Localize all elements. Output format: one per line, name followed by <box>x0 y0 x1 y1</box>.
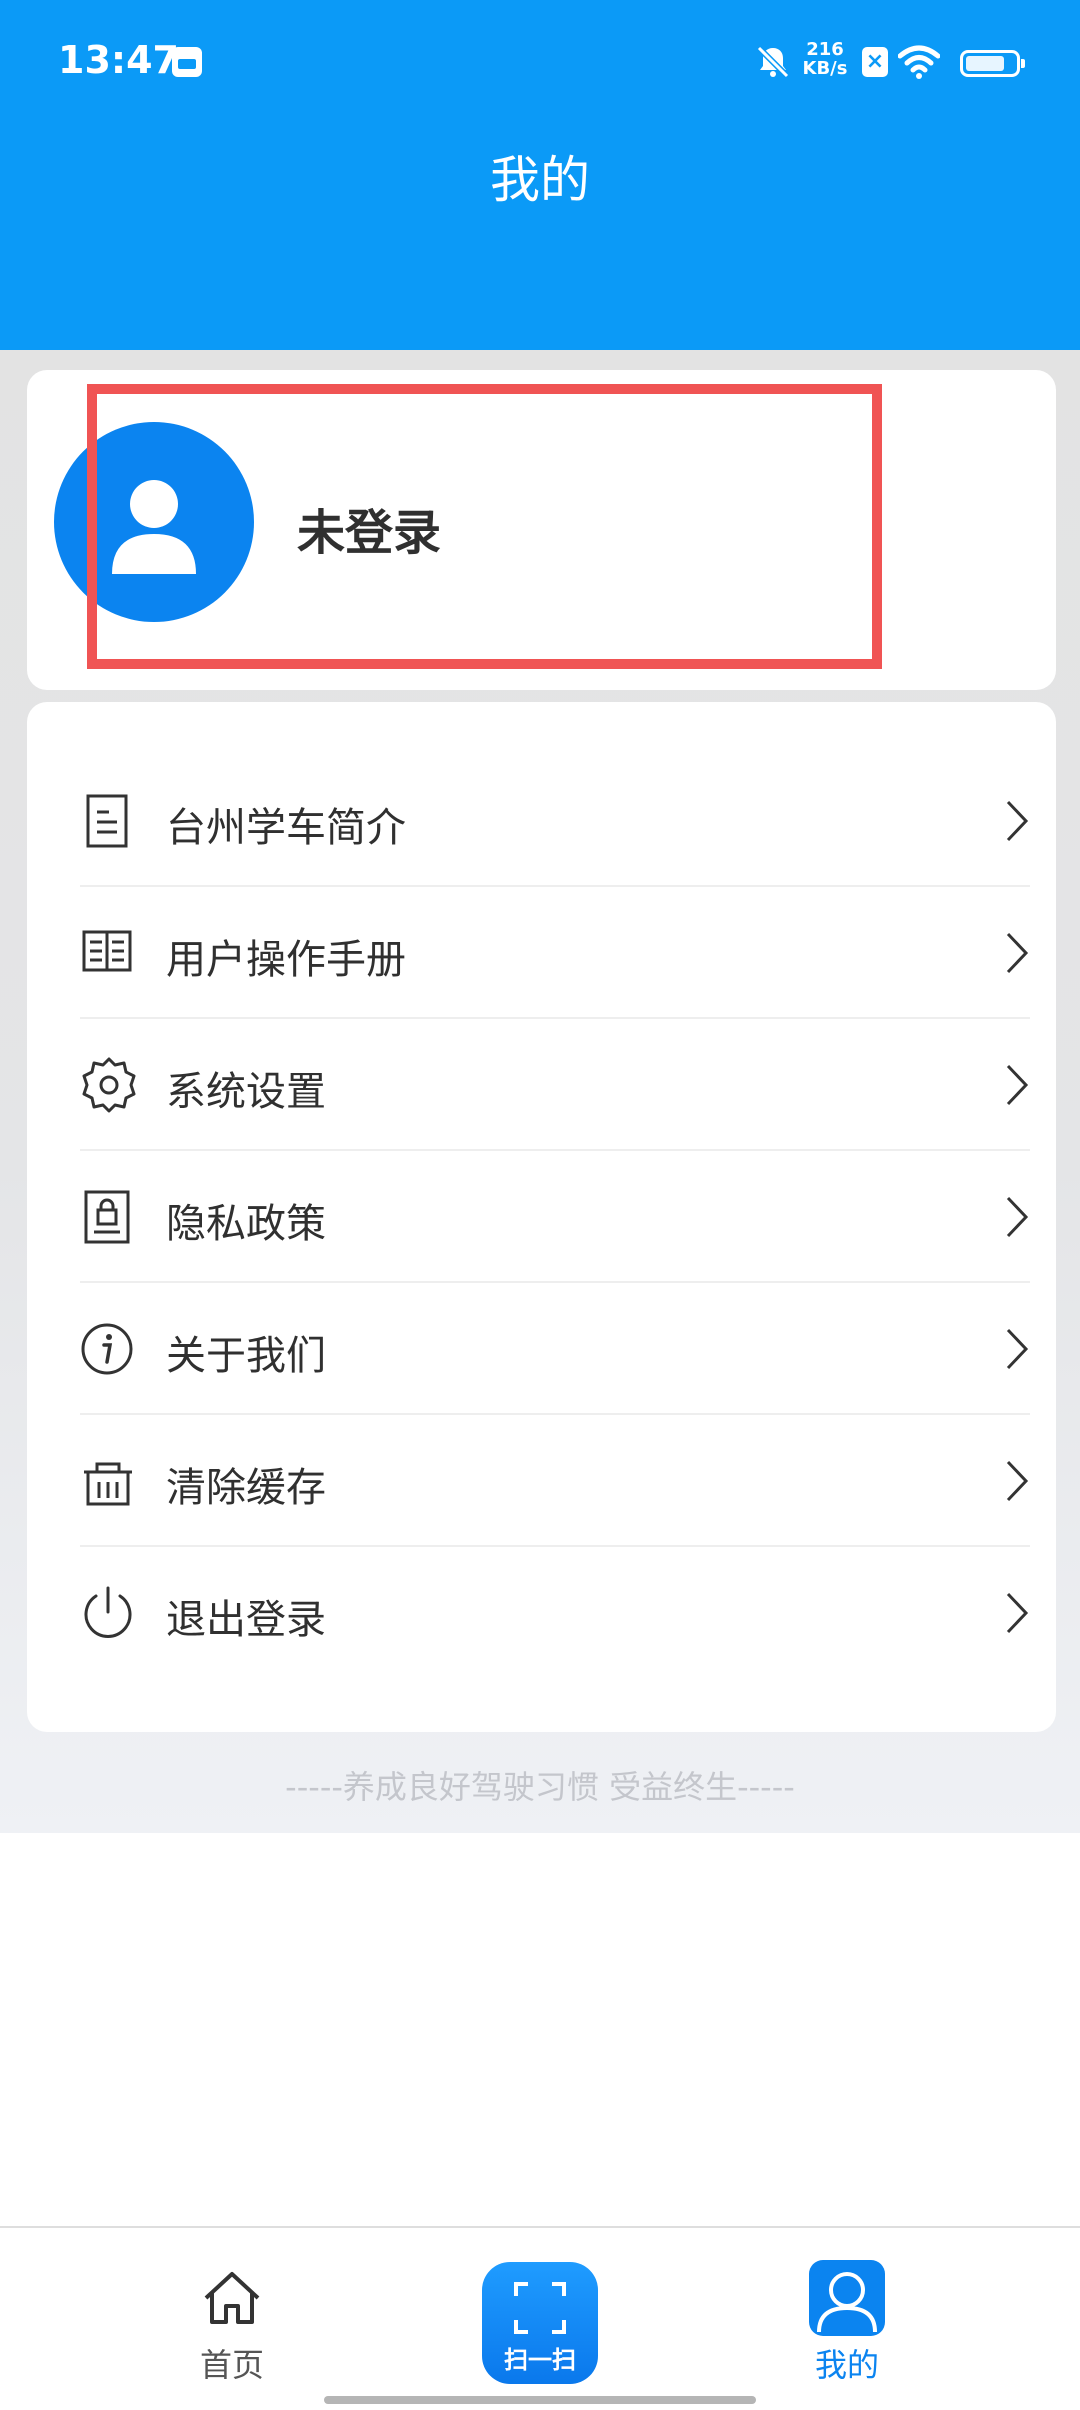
menu-list: 台州学车简介 用户操作手册 系统设置 隐私政策 关于我们 清除缓存 退出登录 <box>27 702 1056 1732</box>
menu-item-manual[interactable]: 用户操作手册 <box>80 887 1030 1019</box>
book-icon <box>82 930 132 972</box>
home-icon <box>204 2272 260 2324</box>
calendar-notification-icon <box>172 47 202 77</box>
menu-item-label: 台州学车简介 <box>166 805 406 851</box>
menu-item-label: 系统设置 <box>166 1069 326 1115</box>
power-icon <box>84 1586 132 1638</box>
network-speed-value: 216 <box>806 39 844 60</box>
gear-icon <box>82 1057 136 1113</box>
page-title: 我的 <box>490 151 590 209</box>
profile-card[interactable]: 未登录 <box>27 370 1056 690</box>
menu-item-privacy[interactable]: 隐私政策 <box>80 1151 1030 1283</box>
menu-item-label: 用户操作手册 <box>166 937 406 983</box>
user-icon <box>809 2260 885 2336</box>
chevron-right-icon <box>1006 1064 1029 1106</box>
tab-profile[interactable]: 我的 <box>747 2228 947 2408</box>
menu-item-label: 退出登录 <box>166 1597 326 1643</box>
sim-icon: × <box>862 47 888 77</box>
scan-button[interactable]: 扫一扫 <box>482 2262 598 2384</box>
menu-item-about[interactable]: 关于我们 <box>80 1283 1030 1415</box>
chevron-right-icon <box>1006 932 1029 974</box>
privacy-lock-icon <box>84 1190 130 1244</box>
menu-item-logout[interactable]: 退出登录 <box>80 1547 1030 1679</box>
bottom-tab-bar: 首页 扫一扫 我的 <box>0 2226 1080 2410</box>
menu-item-settings[interactable]: 系统设置 <box>80 1019 1030 1151</box>
menu-item-clear-cache[interactable]: 清除缓存 <box>80 1415 1030 1547</box>
chevron-right-icon <box>1006 1592 1029 1634</box>
slogan: -----养成良好驾驶习惯 受益终生----- <box>285 1768 795 1806</box>
wifi-icon <box>898 45 940 79</box>
document-icon <box>86 794 128 848</box>
tab-home[interactable]: 首页 <box>132 2228 332 2408</box>
battery-icon <box>960 50 1025 77</box>
status-bar: 13:47 216 KB/s × <box>0 0 1080 128</box>
menu-item-intro[interactable]: 台州学车简介 <box>80 755 1030 887</box>
status-time: 13:47 <box>58 38 179 82</box>
chevron-right-icon <box>1006 1196 1029 1238</box>
scan-label: 扫一扫 <box>504 2346 576 2374</box>
basket-icon <box>84 1462 132 1506</box>
highlight-box <box>87 384 882 669</box>
info-icon <box>81 1323 133 1375</box>
chevron-right-icon <box>1006 800 1029 842</box>
menu-item-label: 隐私政策 <box>166 1201 326 1247</box>
scan-icon <box>514 2282 566 2334</box>
menu-item-label: 关于我们 <box>166 1333 326 1379</box>
network-speed: 216 KB/s <box>800 40 850 78</box>
tab-home-label: 首页 <box>199 2346 264 2384</box>
bell-mute-icon <box>756 45 790 79</box>
menu-item-label: 清除缓存 <box>166 1465 326 1511</box>
home-indicator <box>324 2396 756 2404</box>
network-speed-unit: KB/s <box>802 58 848 79</box>
chevron-right-icon <box>1006 1460 1029 1502</box>
chevron-right-icon <box>1006 1328 1029 1370</box>
tab-profile-label: 我的 <box>814 2346 879 2384</box>
